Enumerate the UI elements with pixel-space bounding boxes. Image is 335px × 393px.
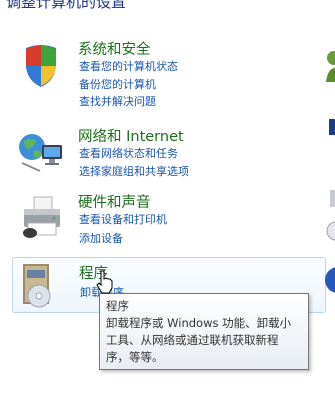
right-edge-clock-icon	[322, 186, 335, 211]
tooltip: 程序 卸载程序或 Windows 功能、卸载小 工具、从网络或通过联机获取新程 …	[99, 293, 309, 370]
link-troubleshoot[interactable]: 查找并解决问题	[79, 95, 156, 109]
shield-icon	[16, 40, 66, 90]
page-title: 调整计算机的设置	[6, 0, 127, 11]
link-add-device[interactable]: 添加设备	[79, 232, 123, 246]
tooltip-line: 序，等等。	[106, 350, 164, 364]
category-title[interactable]: 硬件和声音	[78, 191, 151, 212]
link-view-computer-status[interactable]: 查看您的计算机状态	[79, 60, 178, 74]
right-edge-appearance-icon	[322, 115, 335, 140]
tooltip-line: 卸载程序或 Windows 功能、卸载小	[106, 316, 292, 330]
tooltip-line: 工具、从网络或通过联机获取新程	[106, 333, 279, 347]
printer-icon	[16, 193, 66, 243]
category-title[interactable]: 网络和 Internet	[78, 125, 184, 146]
hand-pointer-icon	[96, 270, 114, 294]
link-homegroup-sharing[interactable]: 选择家庭组和共享选项	[79, 165, 189, 179]
link-view-network-status[interactable]: 查看网络状态和任务	[79, 147, 178, 161]
category-network-internet[interactable]: 网络和 Internet 查看网络状态和任务 选择家庭组和共享选项	[12, 125, 322, 193]
category-hardware-sound[interactable]: 硬件和声音 查看设备和打印机 添加设备	[12, 191, 322, 259]
category-title[interactable]: 系统和安全	[78, 38, 151, 59]
right-edge-user-icon	[322, 44, 335, 84]
link-devices-printers[interactable]: 查看设备和打印机	[79, 213, 167, 227]
programs-box-icon	[17, 260, 67, 310]
header-strip: 调整计算机的设置	[0, 0, 335, 14]
right-edge-globe-icon	[322, 262, 335, 302]
right-edge-access-icon	[322, 217, 335, 247]
link-backup-computer[interactable]: 备份您的计算机	[79, 78, 156, 92]
network-globe-icon	[16, 127, 66, 177]
category-system-security[interactable]: 系统和安全 查看您的计算机状态 备份您的计算机 查找并解决问题	[12, 38, 322, 109]
tooltip-title: 程序	[106, 299, 129, 313]
